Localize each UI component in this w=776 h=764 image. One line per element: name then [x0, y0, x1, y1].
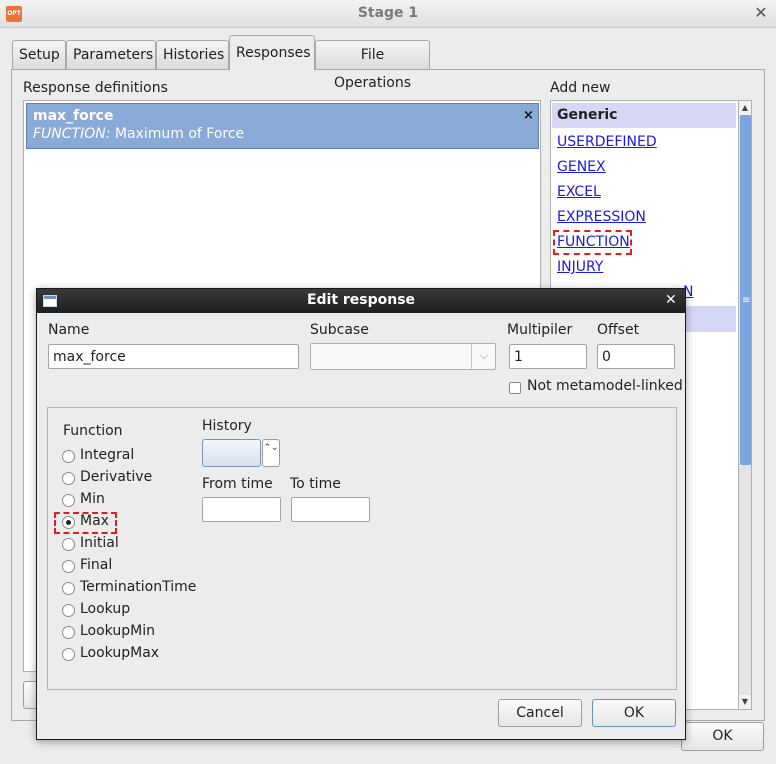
radio-final[interactable]	[62, 560, 75, 573]
ok-button[interactable]: OK	[592, 699, 676, 727]
radio-initial-label[interactable]: Initial	[80, 535, 119, 551]
name-label: Name	[48, 322, 90, 338]
add-new-selected-row	[684, 306, 736, 332]
offset-input[interactable]	[597, 344, 675, 369]
dialog-titlebar[interactable]: Edit response ✕	[37, 289, 685, 313]
tab-setup[interactable]: Setup	[12, 40, 66, 69]
grip-icon: ≡	[742, 295, 751, 306]
history-combo[interactable]: ⌃⌄	[202, 439, 280, 467]
scroll-thumb[interactable]: ≡	[740, 115, 751, 465]
not-metamodel-label: Not metamodel-linked	[527, 378, 683, 394]
from-time-label: From time	[202, 476, 273, 492]
radio-terminationtime-label[interactable]: TerminationTime	[80, 579, 196, 595]
add-injury-link[interactable]: INJURY	[557, 259, 603, 275]
response-definitions-label: Response definitions	[23, 80, 168, 96]
history-label: History	[202, 418, 252, 434]
add-new-label: Add new	[550, 80, 611, 96]
main-ok-button[interactable]: OK	[681, 722, 764, 751]
tab-file-operations[interactable]: File Operations	[315, 40, 430, 91]
radio-lookup-label[interactable]: Lookup	[80, 601, 130, 617]
spinner-icon[interactable]: ⌃⌄	[262, 439, 280, 467]
delete-icon[interactable]: ×	[523, 108, 534, 123]
close-icon[interactable]: ✕	[752, 4, 770, 22]
response-type-keyword: FUNCTION:	[33, 126, 111, 142]
radio-lookupmin[interactable]	[62, 626, 75, 639]
response-description: FUNCTION: Maximum of Force	[33, 126, 244, 142]
scroll-up-icon[interactable]: ▲	[739, 101, 751, 115]
radio-lookupmax[interactable]	[62, 648, 75, 661]
cancel-button[interactable]: Cancel	[498, 699, 582, 727]
response-item[interactable]: max_force FUNCTION: Maximum of Force ×	[26, 103, 539, 149]
tab-histories[interactable]: Histories	[156, 40, 229, 69]
radio-initial[interactable]	[62, 538, 75, 551]
radio-terminationtime[interactable]	[62, 582, 75, 595]
dialog-close-icon[interactable]: ✕	[665, 292, 677, 308]
function-label: Function	[63, 423, 123, 439]
offset-label: Offset	[597, 322, 640, 338]
radio-derivative-label[interactable]: Derivative	[80, 469, 152, 485]
radio-derivative[interactable]	[62, 472, 75, 485]
response-description-text: Maximum of Force	[114, 126, 245, 142]
window-titlebar[interactable]: OPT Stage 1 ✕	[0, 0, 776, 28]
radio-integral[interactable]	[62, 450, 75, 463]
tab-responses[interactable]: Responses	[229, 35, 315, 70]
subcase-select[interactable]: ⌵	[310, 343, 496, 370]
edit-response-dialog: Edit response ✕ Name Subcase ⌵ Multipile…	[36, 288, 686, 740]
chevron-down-icon[interactable]: ⌵	[471, 344, 496, 369]
to-time-input[interactable]	[291, 497, 370, 522]
multiplier-input[interactable]	[509, 344, 587, 369]
history-field[interactable]	[202, 439, 261, 467]
multiplier-label: Multipiler	[507, 322, 573, 338]
from-time-input[interactable]	[202, 497, 281, 522]
radio-final-label[interactable]: Final	[80, 557, 112, 573]
radio-lookupmax-label[interactable]: LookupMax	[80, 645, 159, 661]
radio-integral-label[interactable]: Integral	[80, 447, 134, 463]
subcase-label: Subcase	[310, 322, 369, 338]
radio-min-label[interactable]: Min	[80, 491, 105, 507]
radio-lookupmin-label[interactable]: LookupMin	[80, 623, 155, 639]
add-userdefined-link[interactable]: USERDEFINED	[557, 134, 657, 150]
add-expression-link[interactable]: EXPRESSION	[557, 209, 646, 225]
add-new-header[interactable]: Generic	[552, 103, 736, 128]
add-excel-link[interactable]: EXCEL	[557, 184, 601, 200]
add-new-scrollbar[interactable]: ▲ ≡ ▼	[738, 100, 752, 710]
window-title: Stage 1	[357, 5, 419, 21]
add-function-link[interactable]: FUNCTION	[557, 234, 630, 250]
radio-lookup[interactable]	[62, 604, 75, 617]
add-genex-link[interactable]: GENEX	[557, 159, 606, 175]
dialog-title: Edit response	[306, 292, 416, 308]
name-input[interactable]	[48, 344, 299, 369]
radio-max-label[interactable]: Max	[80, 513, 109, 529]
to-time-label: To time	[290, 476, 341, 492]
scroll-down-icon[interactable]: ▼	[739, 695, 751, 709]
tab-parameters[interactable]: Parameters	[66, 40, 156, 69]
radio-max[interactable]	[62, 516, 75, 529]
response-name: max_force	[33, 108, 114, 124]
radio-min[interactable]	[62, 494, 75, 507]
not-metamodel-checkbox[interactable]	[509, 382, 521, 394]
